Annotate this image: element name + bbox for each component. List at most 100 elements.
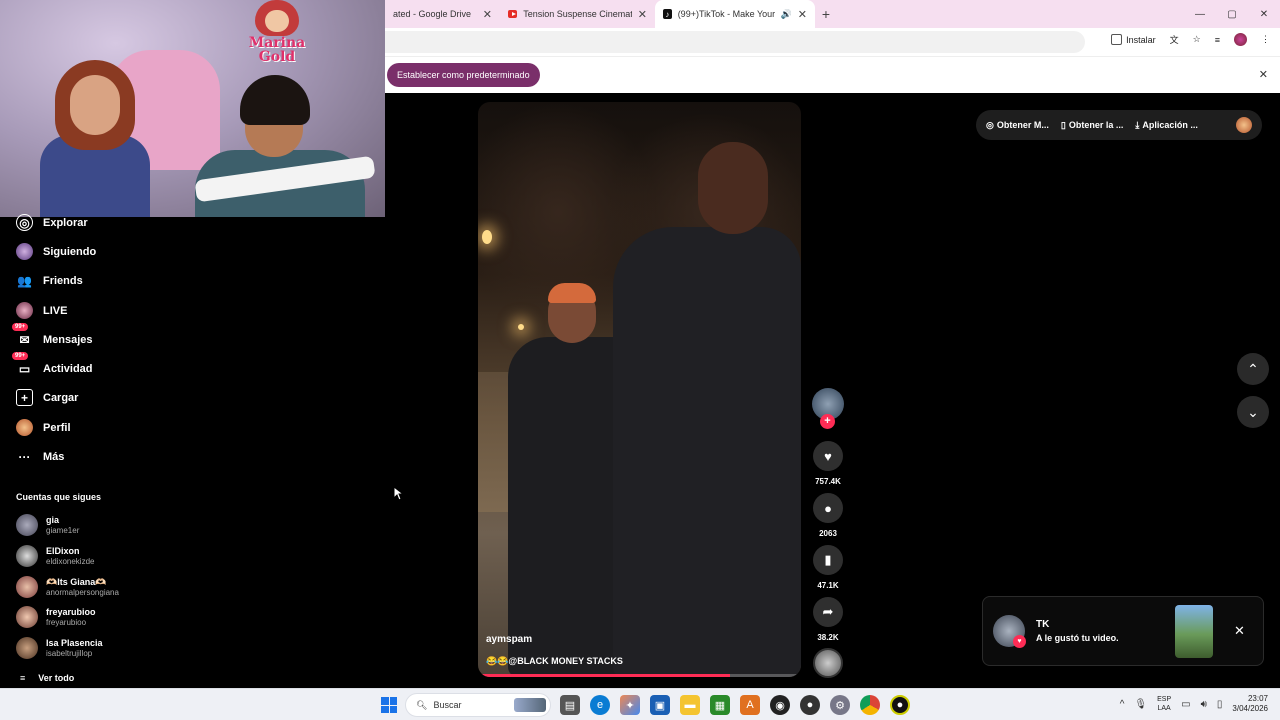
sidebar-item-cargar[interactable]: + Cargar: [16, 389, 78, 406]
sidebar-item-explorar[interactable]: ◎ Explorar: [16, 214, 88, 231]
language-indicator[interactable]: ESP LAA: [1157, 695, 1171, 713]
microphone-icon[interactable]: 🎙︎: [1134, 699, 1147, 710]
edge-icon[interactable]: e: [590, 695, 610, 715]
like-notification[interactable]: ♥ TK A le gustó tu video. ✕: [982, 596, 1264, 666]
tiktok-icon: ♪: [663, 9, 672, 19]
get-app-button[interactable]: ▯ Obtener la ...: [1061, 120, 1123, 131]
desktop-app-button[interactable]: ⤓ Aplicación ...: [1135, 120, 1198, 131]
network-icon[interactable]: ▭: [1181, 699, 1190, 710]
next-video-button[interactable]: ⌄: [1237, 396, 1269, 428]
phone-icon: ▯: [1060, 119, 1066, 130]
heart-icon: ♥: [1013, 635, 1026, 648]
video-player[interactable]: aymspam 😂😂@BLACK MONEY STACKS: [478, 102, 801, 677]
bookmark-star-icon[interactable]: ☆: [1193, 34, 1201, 45]
following-avatar-icon: [16, 243, 33, 260]
follow-plus-icon[interactable]: +: [820, 414, 835, 429]
previous-video-button[interactable]: ⌃: [1237, 353, 1269, 385]
profile-avatar-icon[interactable]: [1234, 33, 1247, 46]
clock[interactable]: 23:07 3/04/2026: [1232, 694, 1268, 714]
sidebar-item-perfil[interactable]: Perfil: [16, 419, 71, 436]
chevron-up-icon[interactable]: ^: [1120, 699, 1125, 710]
video-username[interactable]: aymspam: [486, 634, 623, 645]
address-bar-row: Instalar 文 ☆ ≡ ⋮: [385, 28, 1280, 57]
settings-gear-icon[interactable]: ⚙: [830, 695, 850, 715]
battery-icon[interactable]: ▯: [1217, 699, 1223, 710]
time: 23:07: [1247, 694, 1268, 703]
close-icon[interactable]: ✕: [1234, 623, 1245, 639]
tab-close-icon[interactable]: ✕: [638, 8, 647, 21]
menu-kebab-icon[interactable]: ⋮: [1261, 34, 1270, 45]
following-account[interactable]: 🫶🏻Its Giana🫶🏻 anormalpersongiana: [16, 576, 119, 598]
chrome-icon[interactable]: [860, 695, 880, 715]
sidebar-item-friends[interactable]: 👥 Friends: [16, 272, 83, 289]
tab-close-icon[interactable]: ✕: [798, 8, 807, 21]
sidebar-item-label: Explorar: [43, 216, 88, 229]
get-coins-button[interactable]: ◎ Obtener M...: [986, 120, 1049, 131]
account-handle: anormalpersongiana: [46, 588, 119, 597]
store-icon[interactable]: ▣: [650, 695, 670, 715]
start-button[interactable]: [381, 697, 397, 713]
media-controls-icon[interactable]: ≡: [1215, 35, 1220, 45]
comment-button[interactable]: ●: [813, 493, 843, 523]
account-name: gia: [46, 515, 60, 525]
music-disc-icon[interactable]: [813, 648, 843, 678]
following-section-title: Cuentas que sigues: [16, 492, 102, 502]
following-account[interactable]: Isa Plasencia isabeltrujillop: [16, 637, 103, 659]
video-thumbnail[interactable]: [1175, 605, 1213, 658]
top-right-actions: ◎ Obtener M... ▯ Obtener la ... ⤓ Aplica…: [976, 110, 1262, 140]
following-account[interactable]: freyarubioo freyarubioo: [16, 606, 96, 628]
discord-like-icon[interactable]: ●: [800, 695, 820, 715]
obs-icon[interactable]: ●: [890, 695, 910, 715]
minecraft-icon[interactable]: ▦: [710, 695, 730, 715]
translate-icon[interactable]: 文: [1170, 33, 1179, 46]
install-label: Instalar: [1126, 34, 1156, 45]
tab-google-drive[interactable]: ated - Google Drive ✕: [385, 0, 500, 28]
video-progress-bar[interactable]: [478, 674, 801, 677]
taskbar-search[interactable]: 🔍︎ Buscar: [405, 693, 551, 717]
chip-label: Aplicación ...: [1142, 120, 1198, 130]
save-button[interactable]: ▮: [813, 545, 843, 575]
following-account[interactable]: ElDixon eldixonekizde: [16, 545, 94, 567]
tab-youtube[interactable]: Tension Suspense Cinematic Ne ✕: [500, 0, 655, 28]
new-tab-button[interactable]: +: [815, 0, 837, 28]
share-button[interactable]: ➦: [813, 597, 843, 627]
see-all-button[interactable]: ≡ Ver todo: [20, 673, 74, 683]
following-account[interactable]: gia giame1er: [16, 514, 79, 536]
logo-text: Marina Gold: [248, 35, 306, 65]
close-window-button[interactable]: ✕: [1248, 0, 1280, 28]
sidebar-item-label: Perfil: [43, 421, 71, 434]
sidebar-item-mas[interactable]: ··· Más: [16, 448, 65, 465]
profile-avatar[interactable]: [1236, 117, 1252, 133]
minimize-button[interactable]: —: [1184, 0, 1216, 28]
tab-tiktok[interactable]: ♪ (99+)TikTok - Make Your Da 🔊 ✕: [655, 0, 815, 28]
url-field[interactable]: [385, 31, 1085, 53]
sidebar-item-mensajes[interactable]: ✉ 99+ Mensajes: [12, 323, 93, 348]
install-button[interactable]: Instalar: [1111, 34, 1156, 45]
lang-top: ESP: [1157, 696, 1172, 703]
infobar-close-icon[interactable]: ✕: [1259, 68, 1268, 81]
chip-label: Obtener M...: [996, 120, 1049, 130]
notification-name: TK: [1036, 619, 1050, 630]
set-default-button[interactable]: Establecer como predeterminado: [387, 63, 540, 87]
app-icon[interactable]: ◉: [770, 695, 790, 715]
speaker-icon[interactable]: 🔊: [781, 9, 792, 20]
sidebar-item-label: Friends: [43, 274, 83, 287]
task-view-icon[interactable]: ▤: [560, 695, 580, 715]
volume-icon[interactable]: 🔊︎: [1201, 699, 1207, 710]
copilot-icon[interactable]: ✦: [620, 695, 640, 715]
maximize-button[interactable]: ▢: [1216, 0, 1248, 28]
avatar: [16, 606, 38, 628]
file-explorer-icon[interactable]: ▬: [680, 695, 700, 715]
like-button[interactable]: ♥: [813, 441, 843, 471]
mouse-cursor-icon: [393, 486, 403, 501]
tab-close-icon[interactable]: ✕: [483, 8, 492, 21]
compass-icon: ◎: [16, 214, 33, 231]
app-icon[interactable]: A: [740, 695, 760, 715]
sidebar-item-siguiendo[interactable]: Siguiendo: [16, 243, 96, 260]
search-highlight-image: [514, 698, 546, 712]
account-handle: eldixonekizde: [46, 557, 95, 566]
list-icon: ≡: [20, 673, 26, 683]
street-lamp: [482, 230, 492, 244]
sidebar-item-actividad[interactable]: ▭ 99+ Actividad: [12, 352, 93, 377]
sidebar-item-live[interactable]: LIVE: [16, 302, 67, 319]
